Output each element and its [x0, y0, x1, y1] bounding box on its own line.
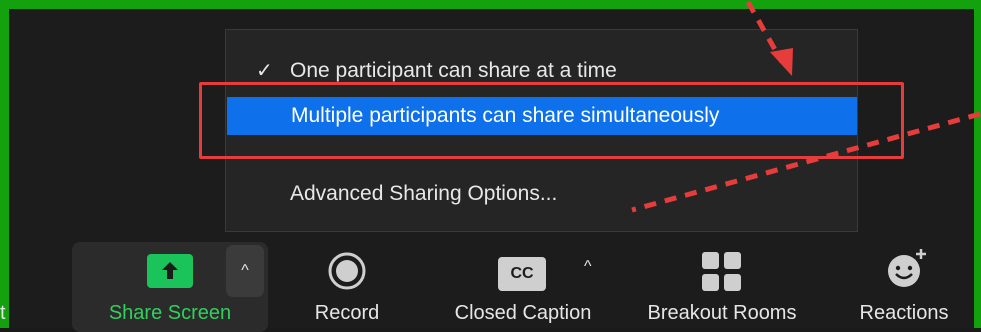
share-screen-label: Share Screen: [108, 302, 232, 324]
closed-caption-button[interactable]: Closed Caption: [438, 240, 608, 328]
annotation-arrowhead: [770, 48, 793, 76]
share-screen-chevron-button[interactable]: ^: [226, 245, 264, 297]
closed-caption-label: Closed Caption: [454, 302, 592, 324]
breakout-rooms-button[interactable]: Breakout Rooms: [630, 240, 814, 328]
meeting-toolbar: t Share Screen ^ Record CC ^ Closed Capt…: [0, 240, 981, 332]
reactions-button[interactable]: Reactions: [846, 240, 962, 328]
reactions-icon: [888, 249, 926, 287]
record-label: Record: [314, 302, 380, 324]
annotation-dashed-line: [631, 111, 981, 213]
record-button[interactable]: Record: [300, 240, 394, 328]
chevron-up-icon: ^: [241, 262, 249, 279]
breakout-rooms-icon: [702, 252, 741, 291]
reactions-label: Reactions: [859, 302, 949, 324]
breakout-rooms-label: Breakout Rooms: [647, 302, 797, 324]
record-icon: [328, 252, 366, 290]
